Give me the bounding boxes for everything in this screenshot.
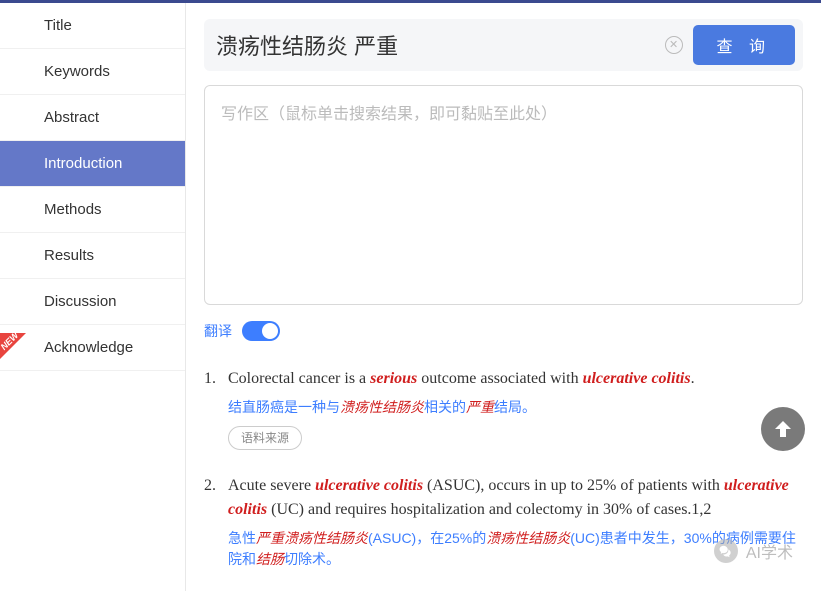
writing-area[interactable]: 写作区（鼠标单击搜索结果，即可黏贴至此处） (204, 85, 803, 305)
sidebar-item-acknowledge[interactable]: Acknowledge (0, 325, 185, 371)
translate-toggle[interactable] (242, 321, 280, 341)
result-body: Acute severe ulcerative colitis (ASUC), … (228, 474, 803, 570)
result-translation: 结直肠癌是一种与溃疡性结肠炎相关的严重结局。 (228, 397, 803, 418)
result-sentence: Colorectal cancer is a serious outcome a… (228, 367, 803, 391)
result-number: 2. (204, 474, 228, 570)
app-container: Title Keywords Abstract Introduction Met… (0, 3, 821, 591)
writing-area-placeholder: 写作区（鼠标单击搜索结果，即可黏贴至此处） (221, 106, 557, 123)
result-sentence: Acute severe ulcerative colitis (ASUC), … (228, 474, 803, 522)
sidebar-item-methods[interactable]: Methods (0, 187, 185, 233)
translate-label: 翻译 (204, 321, 232, 341)
sidebar-item-title[interactable]: Title (0, 3, 185, 49)
query-button[interactable]: 查 询 (693, 25, 795, 65)
sidebar-item-discussion[interactable]: Discussion (0, 279, 185, 325)
main-panel: ✕ 查 询 写作区（鼠标单击搜索结果，即可黏贴至此处） 翻译 1. Colore… (186, 3, 821, 591)
source-button[interactable]: 语料来源 (228, 426, 302, 450)
translate-row: 翻译 (204, 321, 803, 341)
result-number: 1. (204, 367, 228, 450)
sidebar: Title Keywords Abstract Introduction Met… (0, 3, 186, 591)
search-input[interactable] (212, 28, 655, 62)
sidebar-item-results[interactable]: Results (0, 233, 185, 279)
clear-icon[interactable]: ✕ (665, 36, 683, 54)
result-item[interactable]: 1. Colorectal cancer is a serious outcom… (204, 367, 803, 450)
results-list: 1. Colorectal cancer is a serious outcom… (204, 367, 803, 570)
sidebar-item-keywords[interactable]: Keywords (0, 49, 185, 95)
sidebar-item-introduction[interactable]: Introduction (0, 141, 185, 187)
result-body: Colorectal cancer is a serious outcome a… (228, 367, 803, 450)
scroll-top-button[interactable] (761, 407, 805, 451)
arrow-up-icon (771, 417, 795, 441)
sidebar-item-abstract[interactable]: Abstract (0, 95, 185, 141)
result-item[interactable]: 2. Acute severe ulcerative colitis (ASUC… (204, 474, 803, 570)
result-translation: 急性严重溃疡性结肠炎(ASUC)，在25%的溃疡性结肠炎(UC)患者中发生，30… (228, 528, 803, 570)
search-bar: ✕ 查 询 (204, 19, 803, 71)
